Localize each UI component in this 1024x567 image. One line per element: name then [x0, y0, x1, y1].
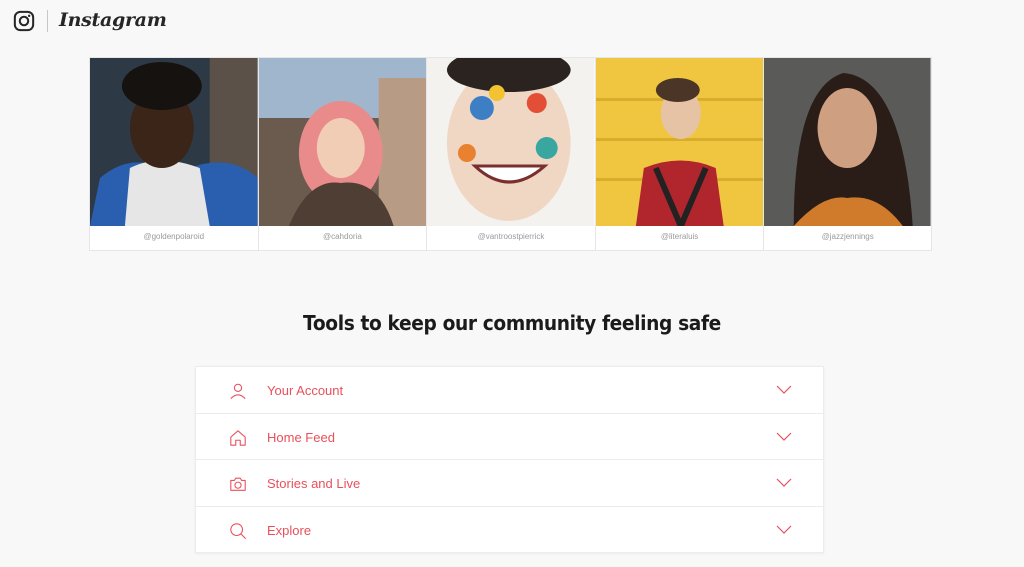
chevron-down-icon[interactable] [776, 385, 792, 394]
section-title: Tools to keep our community feeling safe [303, 311, 721, 335]
photo-caption: @literaluis [660, 232, 699, 241]
accordion-label: Home Feed [267, 429, 335, 445]
photo-card[interactable]: @cahdoria [257, 57, 427, 251]
accordion-label: Explore [267, 522, 312, 538]
photo-caption: @jazzjennings [821, 232, 874, 241]
photo-card[interactable]: @goldenpolaroid [89, 57, 258, 251]
accordion-label: Stories and Live [267, 476, 361, 491]
chevron-down-icon[interactable] [776, 525, 792, 534]
photo-card[interactable]: @literaluis [594, 57, 764, 251]
photo-card[interactable]: @jazzjennings [763, 57, 932, 251]
chevron-down-icon[interactable] [776, 432, 792, 441]
photo-caption: @vantroostpierrick [477, 232, 545, 241]
portrait-photo [764, 58, 931, 226]
chevron-down-icon[interactable] [776, 478, 792, 487]
accordion-label: Your Account [267, 383, 344, 398]
accordion-item-home-feed[interactable]: Home Feed [196, 414, 823, 460]
portrait-photo [258, 58, 427, 226]
photo-strip: @goldenpolaroid @cahdoria @vantroostpier… [89, 57, 932, 251]
logo-divider [47, 10, 48, 32]
portrait-photo [595, 58, 764, 226]
photo-card[interactable]: @vantroostpierrick [426, 57, 595, 251]
user-icon [230, 383, 246, 400]
accordion-item-explore[interactable]: Explore [196, 507, 823, 554]
top-header: Instagram [0, 0, 1024, 44]
instagram-glyph-icon[interactable] [13, 10, 35, 32]
photo-caption: @goldenpolaroid [143, 232, 205, 241]
portrait-photo [90, 58, 258, 226]
home-icon [230, 429, 246, 446]
search-icon [230, 522, 247, 539]
accordion-item-your-account[interactable]: Your Account [196, 367, 823, 414]
accordion-item-stories-and-live[interactable]: Stories and Live [196, 460, 823, 507]
photo-caption: @cahdoria [322, 232, 362, 241]
safety-tools-accordion: Your Account Home Feed Stories and Live … [195, 366, 824, 553]
instagram-wordmark[interactable]: Instagram [59, 9, 167, 31]
portrait-photo [427, 58, 595, 226]
camera-icon [230, 477, 246, 491]
